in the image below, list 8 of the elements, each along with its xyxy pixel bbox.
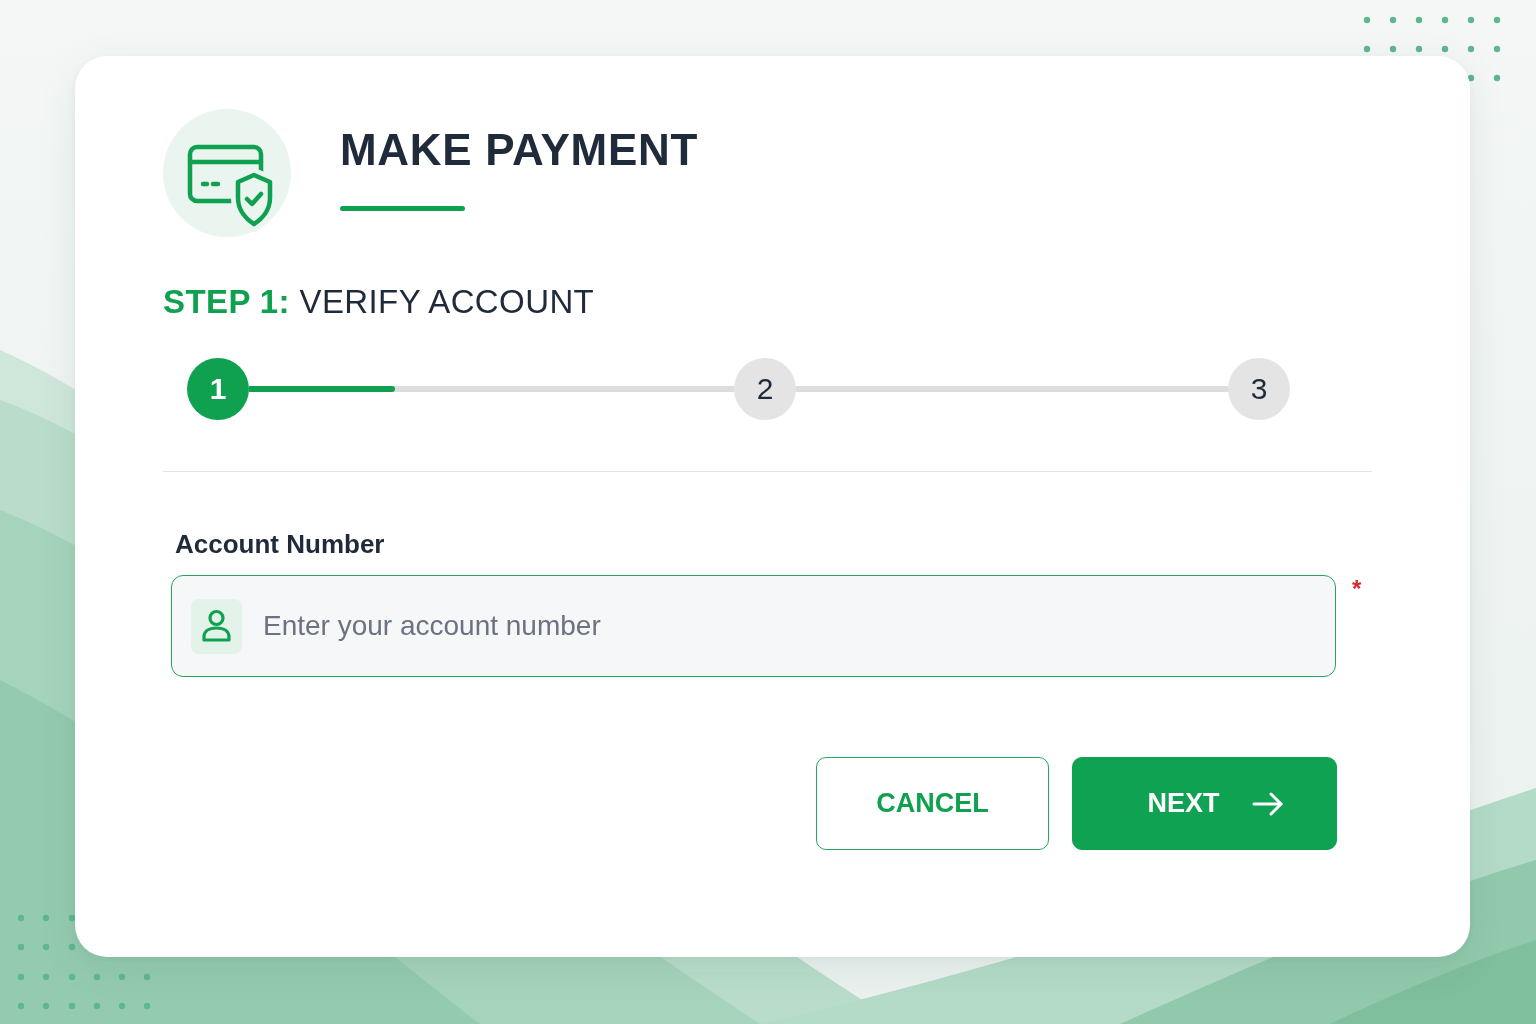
step-circle: 1: [187, 358, 249, 420]
step-heading: STEP 1: VERIFY ACCOUNT: [163, 285, 595, 318]
field-label: Account Number: [175, 531, 385, 557]
card-shield-icon: [163, 109, 291, 237]
page-title: MAKE PAYMENT: [340, 128, 698, 172]
step-circle: 3: [1228, 358, 1290, 420]
step-circle: 2: [734, 358, 796, 420]
required-mark: *: [1352, 577, 1362, 601]
